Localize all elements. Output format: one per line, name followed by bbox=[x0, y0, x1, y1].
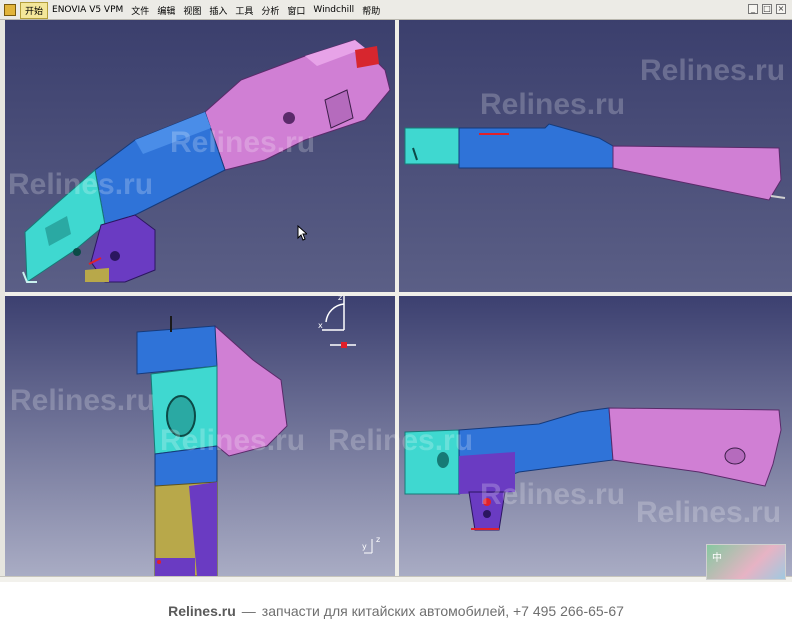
menu-bar: 开始 ENOVIA V5 VPM 文件 编辑 视图 插入 工具 分析 窗口 Wi… bbox=[0, 0, 792, 20]
menu-analysis[interactable]: 分析 bbox=[257, 3, 283, 18]
ime-thumbnail[interactable]: 中 bbox=[706, 544, 786, 580]
catia-application: 开始 ENOVIA V5 VPM 文件 编辑 视图 插入 工具 分析 窗口 Wi… bbox=[0, 0, 792, 582]
side-part-model bbox=[399, 20, 792, 292]
menu-insert[interactable]: 插入 bbox=[205, 3, 231, 18]
axis-indicator: z y bbox=[362, 533, 388, 563]
menu-tools[interactable]: 工具 bbox=[231, 3, 257, 18]
minimize-icon[interactable]: _ bbox=[748, 4, 758, 14]
menu-view[interactable]: 视图 bbox=[179, 3, 205, 18]
compass-x-label: x bbox=[318, 321, 323, 330]
axis-compass-icon: z x bbox=[318, 293, 356, 348]
menu-start[interactable]: 开始 bbox=[20, 1, 49, 19]
catia-app-icon[interactable] bbox=[4, 4, 16, 16]
footer-tagline: запчасти для китайских автомобилей, +7 4… bbox=[261, 603, 624, 619]
menu-help[interactable]: 帮助 bbox=[358, 3, 384, 18]
axis-indicator-icon: z y bbox=[362, 535, 380, 554]
viewport-side[interactable] bbox=[399, 20, 792, 292]
menu-enovia[interactable]: ENOVIA V5 VPM bbox=[48, 4, 127, 16]
axis-y-label: y bbox=[362, 542, 367, 551]
window-controls: _ □ × bbox=[748, 4, 786, 14]
menu-items: 开始 ENOVIA V5 VPM 文件 编辑 视图 插入 工具 分析 窗口 Wi… bbox=[20, 0, 384, 20]
compass-z-label: z bbox=[338, 293, 342, 302]
isometric-part-model bbox=[5, 20, 395, 292]
footer: Relines.ru — запчасти для китайских авто… bbox=[0, 582, 792, 640]
viewport-isometric[interactable] bbox=[5, 20, 395, 292]
mouse-pointer-icon bbox=[297, 225, 307, 241]
footer-dash: — bbox=[241, 603, 256, 619]
viewport-workspace[interactable] bbox=[5, 20, 792, 576]
menu-edit[interactable]: 编辑 bbox=[153, 3, 179, 18]
axis-z-label: z bbox=[376, 535, 380, 544]
ime-indicator: 中 bbox=[712, 553, 722, 564]
top-part-model bbox=[399, 296, 792, 576]
viewport-top[interactable] bbox=[399, 296, 792, 576]
footer-brand: Relines.ru bbox=[168, 603, 236, 619]
compass-widget[interactable]: z x bbox=[316, 290, 360, 354]
viewport-divider-horizontal[interactable] bbox=[5, 292, 792, 296]
viewport-divider-vertical[interactable] bbox=[395, 20, 399, 576]
menu-windchill[interactable]: Windchill bbox=[309, 4, 358, 16]
menu-window[interactable]: 窗口 bbox=[283, 3, 309, 18]
restore-icon[interactable]: □ bbox=[762, 4, 772, 14]
close-icon[interactable]: × bbox=[776, 4, 786, 14]
menu-file[interactable]: 文件 bbox=[127, 3, 153, 18]
